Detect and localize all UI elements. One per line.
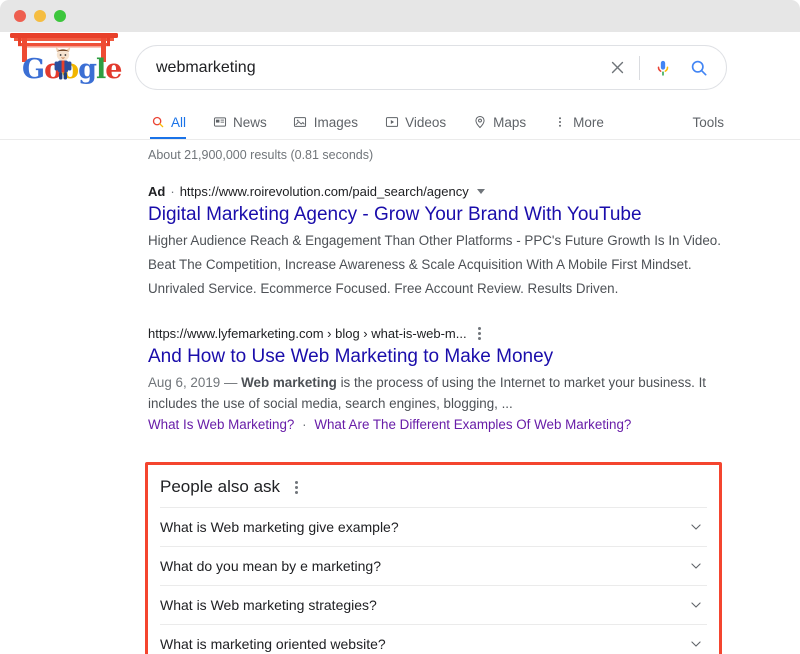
snippet-dash: — [223,375,238,391]
tab-videos[interactable]: Videos [384,104,446,140]
chevron-down-icon [691,563,701,569]
voice-search-button[interactable] [650,55,676,81]
tab-label: Videos [405,114,447,130]
search-results: About 21,900,000 results (0.81 seconds) … [148,144,728,432]
people-also-ask-panel: People also ask What is Web marketing gi… [148,465,719,654]
chevron-down-icon[interactable] [476,189,485,194]
organic-breadcrumb: https://www.lyfemarketing.com › blog › w… [148,326,467,342]
organic-url-row: https://www.lyfemarketing.com › blog › w… [148,325,728,342]
traffic-lights [14,10,66,22]
sitelink-separator: · [302,416,307,432]
paa-question-text: What do you mean by e marketing? [160,558,382,574]
result-options-button[interactable] [475,325,484,342]
snippet-bold-term: Web marketing [241,375,337,391]
ad-title-link[interactable]: Digital Marketing Agency - Grow Your Bra… [148,203,728,228]
snippet-date: Aug 6, 2019 [148,375,221,391]
organic-snippet: Aug 6, 2019 — Web marketing is the proce… [148,373,728,415]
paa-question-item[interactable]: What do you mean by e marketing? [148,547,719,585]
search-input[interactable] [156,58,603,77]
organic-sitelinks: What Is Web Marketing? · What Are The Di… [148,417,728,432]
video-icon [384,115,399,130]
ad-url-row: Ad · https://www.roirevolution.com/paid_… [148,184,728,199]
image-icon [293,115,308,130]
tabbar-divider [0,139,800,140]
ad-result: Ad · https://www.roirevolution.com/paid_… [148,184,728,299]
ad-description-line: Beat The Competition, Increase Awareness… [148,256,692,272]
paa-title: People also ask [160,477,281,496]
tools-button[interactable]: Tools [692,104,724,140]
search-icon [691,60,707,75]
chevron-down-icon [691,602,701,608]
tab-news[interactable]: News [212,104,267,140]
search-icon [150,115,165,130]
paa-question-item[interactable]: What is marketing oriented website? [148,625,719,654]
tab-more[interactable]: More [552,104,604,140]
tab-maps[interactable]: Maps [472,104,526,140]
clear-search-button[interactable] [603,54,631,82]
paa-question-item[interactable]: What is Web marketing strategies? [148,586,719,624]
microphone-icon [657,60,669,76]
tab-label: Maps [493,114,527,130]
organic-title-link[interactable]: And How to Use Web Marketing to Make Mon… [148,345,728,370]
news-icon [212,115,227,130]
sitelink[interactable]: What Are The Different Examples Of Web M… [314,417,631,432]
close-window-button[interactable] [14,10,26,22]
search-bar[interactable] [135,45,727,90]
window-titlebar [0,0,800,32]
chevron-down-icon [691,641,701,647]
ad-description-line: Unrivaled Service. Ecommerce Focused. Fr… [148,280,619,296]
sitelink[interactable]: What Is Web Marketing? [148,417,294,432]
tools-label: Tools [692,114,724,130]
close-icon [611,61,623,74]
ad-badge: Ad [148,184,166,199]
paa-question-text: What is Web marketing give example? [160,519,399,535]
ad-separator: · [170,184,175,199]
google-search-page: Google [0,32,800,654]
paa-header: People also ask [148,475,719,507]
tab-label: All [171,114,187,130]
search-tabs: All News Images Videos Maps More [150,104,630,140]
maximize-window-button[interactable] [54,10,66,22]
ad-description-line: Higher Audience Reach & Engagement Than … [148,232,721,248]
paa-question-text: What is Web marketing strategies? [160,597,377,613]
ad-url: https://www.roirevolution.com/paid_searc… [179,184,469,199]
map-pin-icon [472,115,487,130]
google-doodle-logo[interactable]: Google [8,32,122,90]
result-stats: About 21,900,000 results (0.81 seconds) [148,148,374,162]
tab-images[interactable]: Images [293,104,358,140]
tab-label: More [573,114,604,130]
tab-label: News [233,114,267,130]
browser-window: Google [0,0,800,654]
minimize-window-button[interactable] [34,10,46,22]
doodle-character-icon [54,47,72,80]
search-tabs-bar: All News Images Videos Maps More Tools [0,104,800,140]
tab-all[interactable]: All [150,104,187,140]
paa-options-button[interactable] [292,479,301,496]
more-vertical-icon [552,115,567,130]
search-submit-button[interactable] [684,53,714,83]
search-divider [639,55,640,80]
paa-question-text: What is marketing oriented website? [160,636,386,652]
paa-question-item[interactable]: What is Web marketing give example? [148,508,719,546]
chevron-down-icon [691,524,701,530]
organic-result: https://www.lyfemarketing.com › blog › w… [148,325,728,432]
tab-label: Images [313,114,359,130]
